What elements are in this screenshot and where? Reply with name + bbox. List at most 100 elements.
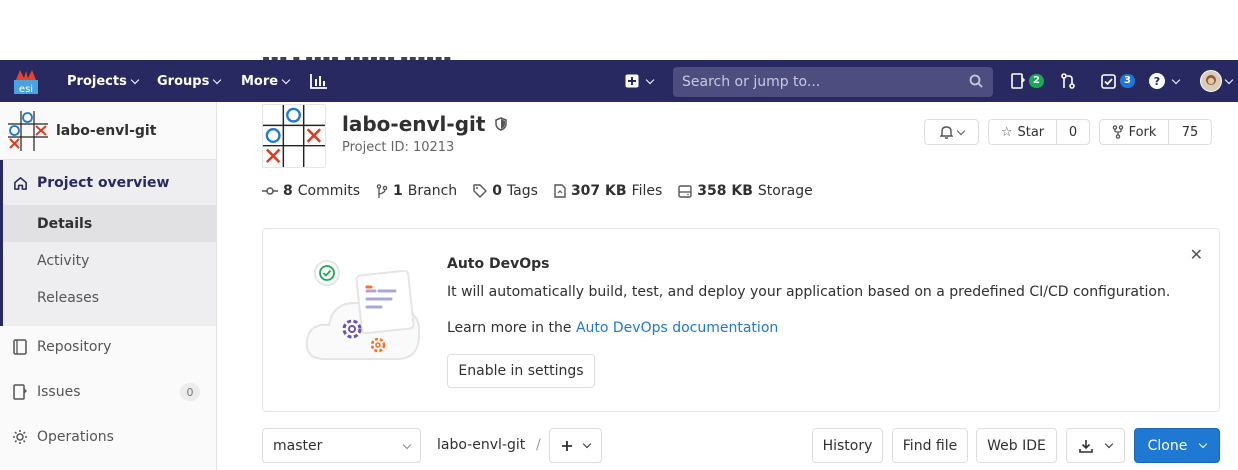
search-icon xyxy=(969,74,983,92)
sidebar-releases-label: Releases xyxy=(37,289,99,306)
fork-count-value: 75 xyxy=(1181,124,1199,140)
issues-count-badge: 3 xyxy=(1120,74,1135,88)
commits-label: Commits xyxy=(297,183,361,199)
star-count[interactable]: 0 xyxy=(1056,119,1090,145)
chevron-down-icon xyxy=(1224,75,1234,84)
help-dropdown[interactable]: ? xyxy=(1149,60,1181,102)
enable-in-settings-button[interactable]: Enable in settings xyxy=(447,354,595,388)
cloud-gear-icon xyxy=(12,429,28,445)
add-to-tree-dropdown[interactable] xyxy=(549,428,602,463)
tags-count: 0 xyxy=(492,183,502,199)
fork-count[interactable]: 75 xyxy=(1168,119,1212,145)
chevron-down-icon xyxy=(956,126,965,135)
clone-dropdown[interactable]: Clone xyxy=(1134,428,1220,463)
search-input[interactable]: Search or jump to... xyxy=(673,67,993,97)
clone-label: Clone xyxy=(1147,437,1188,454)
commits-link[interactable]: 8 Commits xyxy=(262,183,360,199)
esi-logo-icon[interactable]: esi xyxy=(10,68,42,96)
files-link[interactable]: 307 KB Files xyxy=(554,183,662,199)
devops-learn-more: Learn more in the Auto DevOps documentat… xyxy=(447,320,778,336)
sidebar-item-repository[interactable]: Repository xyxy=(0,328,216,366)
star-count-value: 0 xyxy=(1068,124,1078,140)
more-dropdown[interactable]: More xyxy=(241,60,291,102)
branch-dropdown[interactable]: master xyxy=(262,428,421,463)
tags-label: Tags xyxy=(506,183,538,199)
svg-text:?: ? xyxy=(1154,75,1160,88)
commits-count: 8 xyxy=(283,183,293,199)
new-item-dropdown[interactable] xyxy=(625,60,655,102)
chevron-down-icon xyxy=(281,75,291,84)
download-dropdown[interactable] xyxy=(1066,428,1125,463)
storage-size: 358 KB xyxy=(697,183,753,199)
chevron-down-icon xyxy=(1104,439,1114,449)
auto-devops-banner: Auto DevOps It will automatically build,… xyxy=(262,228,1220,412)
merge-request-icon xyxy=(1061,73,1075,89)
find-file-button[interactable]: Find file xyxy=(892,428,968,463)
page-title: labo-envl-git xyxy=(342,112,508,136)
history-label: History xyxy=(822,437,873,454)
chevron-down-icon xyxy=(1171,75,1181,84)
branch-count: 1 xyxy=(393,183,403,199)
download-icon xyxy=(1079,439,1093,453)
branches-link[interactable]: 1 Branch xyxy=(376,183,457,199)
groups-dropdown[interactable]: Groups xyxy=(157,60,222,102)
enable-in-settings-label: Enable in settings xyxy=(458,363,584,379)
svg-text:esi: esi xyxy=(19,84,33,95)
sidebar-item-issues[interactable]: Issues 0 xyxy=(0,373,216,411)
tags-link[interactable]: 0 Tags xyxy=(473,183,538,199)
star-button[interactable]: ☆ Star xyxy=(988,119,1057,145)
issues-count-pill: 0 xyxy=(180,383,200,401)
chevron-down-icon xyxy=(402,440,412,450)
issues-button[interactable]: 3 xyxy=(1101,60,1135,102)
project-stats: 8 Commits 1 Branch 0 Tags 307 KB Files 358 K… xyxy=(262,183,813,199)
sidebar-project-header[interactable]: labo-envl-git xyxy=(0,102,216,160)
notification-dropdown[interactable] xyxy=(924,119,979,145)
chevron-down-icon xyxy=(1199,439,1208,449)
devops-title: Auto DevOps xyxy=(447,256,550,272)
todo-icon xyxy=(1011,73,1025,89)
sidebar-item-activity[interactable]: Activity xyxy=(3,242,216,279)
branch-icon xyxy=(376,184,388,198)
devops-description: It will automatically build, test, and d… xyxy=(447,284,1171,300)
plus-square-icon xyxy=(625,74,639,88)
groups-label: Groups xyxy=(157,73,210,89)
chevron-down-icon xyxy=(213,75,222,84)
sidebar: labo-envl-git Project overview Details A… xyxy=(0,102,217,470)
sidebar-item-project-overview[interactable]: Project overview xyxy=(0,160,216,206)
analytics-icon[interactable] xyxy=(310,60,328,102)
projects-dropdown[interactable]: Projects xyxy=(67,60,140,102)
sidebar-project-name: labo-envl-git xyxy=(56,122,157,139)
chevron-down-icon xyxy=(645,75,655,84)
sidebar-details-label: Details xyxy=(37,215,93,232)
history-button[interactable]: History xyxy=(812,428,883,463)
fork-button[interactable]: Fork xyxy=(1099,119,1169,145)
web-ide-button[interactable]: Web IDE xyxy=(976,428,1057,463)
avatar xyxy=(1200,70,1222,92)
sidebar-item-releases[interactable]: Releases xyxy=(3,279,216,316)
close-icon[interactable]: ✕ xyxy=(1190,245,1203,264)
breadcrumb-remnant: ▪▪▪ ▪ ▪▪▪▪ ▪▪▪▪▪▪ ▪▪▪▪▪▪ xyxy=(262,52,452,60)
home-icon xyxy=(12,175,28,191)
devops-cloud-illustration-icon xyxy=(305,260,421,360)
file-icon xyxy=(554,184,566,198)
user-menu[interactable] xyxy=(1200,60,1234,102)
tag-icon xyxy=(473,184,487,198)
devops-docs-link[interactable]: Auto DevOps documentation xyxy=(576,320,778,336)
sidebar-item-operations[interactable]: Operations xyxy=(0,418,216,456)
merge-requests-button[interactable] xyxy=(1060,60,1076,102)
repository-icon xyxy=(12,339,28,355)
more-label: More xyxy=(241,73,279,89)
repo-path-link[interactable]: labo-envl-git xyxy=(437,437,525,453)
star-label: Star xyxy=(1017,124,1045,140)
sidebar-item-details[interactable]: Details xyxy=(3,205,216,242)
sidebar-operations-label: Operations xyxy=(37,429,114,445)
files-size: 307 KB xyxy=(570,183,627,199)
web-ide-label: Web IDE xyxy=(987,437,1046,454)
project-avatar-icon xyxy=(8,110,48,151)
storage-info: 358 KB Storage xyxy=(678,183,813,199)
branch-name: master xyxy=(273,437,323,454)
storage-label: Storage xyxy=(757,183,813,199)
bell-icon xyxy=(939,126,953,139)
issues-icon xyxy=(12,384,28,400)
todos-button[interactable]: 2 xyxy=(1011,60,1044,102)
